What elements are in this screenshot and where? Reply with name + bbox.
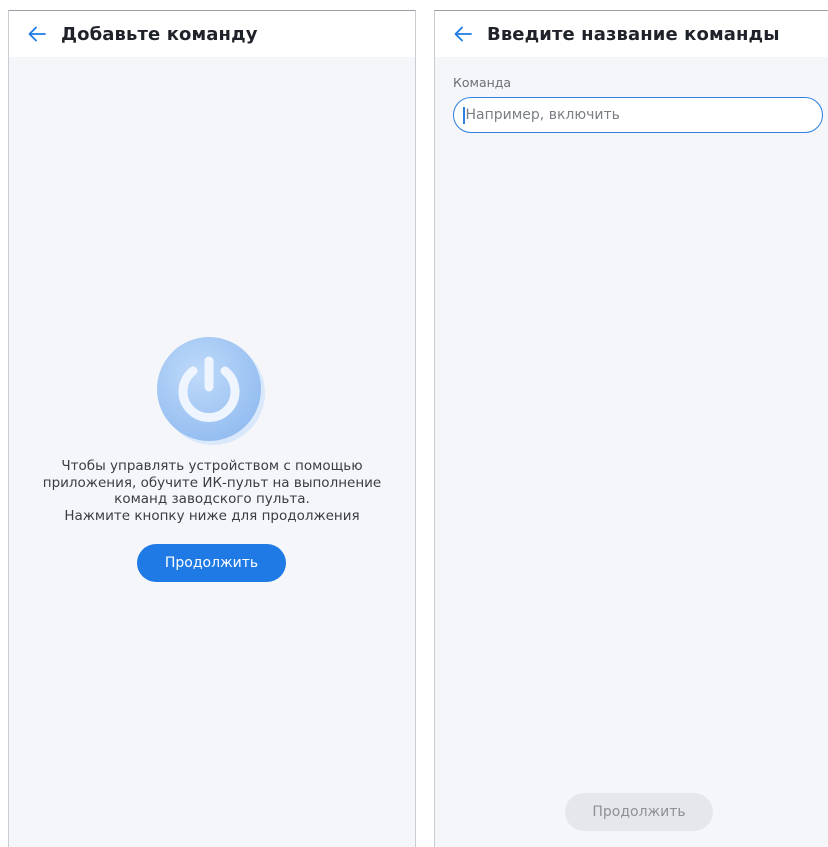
- continue-button[interactable]: Продолжить: [137, 544, 286, 582]
- instruction-line: Чтобы управлять устройством с помощью: [61, 458, 363, 474]
- add-command-screen: Добавьте команду Чтобы управлять устройс…: [8, 10, 416, 847]
- instruction-line: Нажмите кнопку ниже для продолжения: [64, 507, 360, 524]
- back-button[interactable]: [449, 20, 477, 48]
- arrow-left-icon: [28, 26, 46, 42]
- power-icon: [157, 337, 265, 445]
- power-illustration: [155, 335, 267, 447]
- text-caret: [463, 106, 465, 124]
- continue-button-disabled[interactable]: Продолжить: [565, 793, 713, 831]
- back-button[interactable]: [23, 20, 51, 48]
- app-bar: Введите название команды: [435, 11, 828, 57]
- page-title: Введите название команды: [487, 23, 780, 45]
- command-field-label: Команда: [453, 75, 512, 90]
- app-bar: Добавьте команду: [9, 11, 415, 57]
- instruction-line: приложения, обучите ИК-пульт на выполнен…: [42, 474, 382, 491]
- command-field[interactable]: [453, 97, 823, 133]
- command-name-screen: Введите название команды Команда Продолж…: [434, 10, 828, 847]
- page-title: Добавьте команду: [61, 23, 258, 45]
- instruction-line: команд заводского пульта.: [114, 491, 310, 507]
- arrow-left-icon: [454, 26, 472, 42]
- command-name-input[interactable]: [465, 107, 796, 123]
- instruction-text: Чтобы управлять устройством с помощью пр…: [27, 458, 397, 524]
